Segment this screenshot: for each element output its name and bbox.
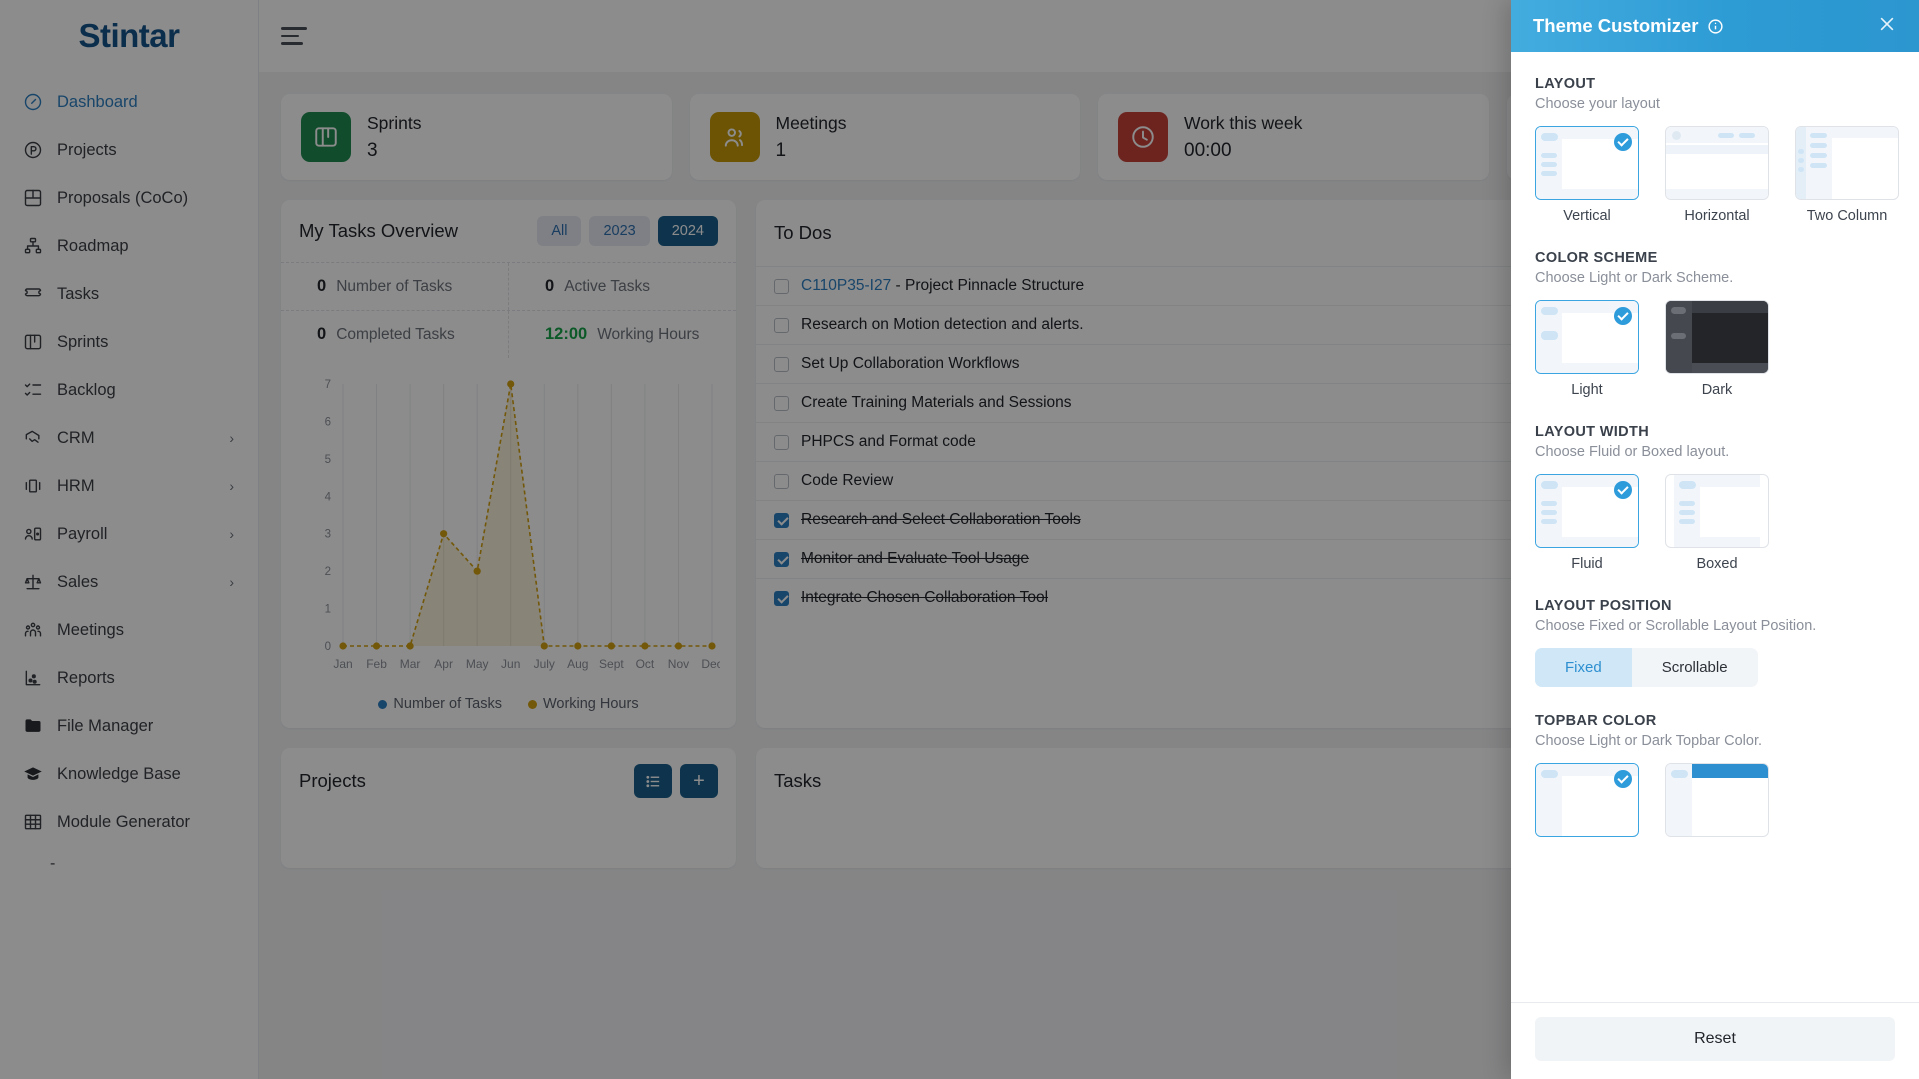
thumbnail-topbar-dark[interactable] bbox=[1665, 763, 1769, 837]
option-row bbox=[1535, 763, 1895, 837]
thumbnail-dark[interactable] bbox=[1665, 300, 1769, 374]
thumbnail-light[interactable] bbox=[1535, 300, 1639, 374]
option-label: Boxed bbox=[1696, 556, 1738, 572]
close-icon[interactable] bbox=[1877, 14, 1897, 39]
toggle-scrollable[interactable]: Scrollable bbox=[1632, 648, 1758, 687]
thumbnail-two-column[interactable] bbox=[1795, 126, 1899, 200]
layout-position-toggle: Fixed Scrollable bbox=[1535, 648, 1758, 687]
section-subtitle: Choose Light or Dark Scheme. bbox=[1535, 270, 1734, 286]
section-heading: COLOR SCHEME bbox=[1535, 250, 1658, 266]
customizer-footer: Reset bbox=[1511, 1002, 1919, 1079]
selected-check-icon bbox=[1614, 481, 1632, 499]
option-label: Two Column bbox=[1806, 208, 1888, 224]
selected-check-icon bbox=[1614, 307, 1632, 325]
option-label: Horizontal bbox=[1684, 208, 1750, 224]
option-label: Light bbox=[1571, 382, 1603, 398]
selected-check-icon bbox=[1614, 770, 1632, 788]
customizer-header: Theme Customizer bbox=[1511, 0, 1919, 52]
option-row: Fluid Boxed bbox=[1535, 474, 1895, 572]
option-vertical[interactable]: Vertical bbox=[1535, 126, 1639, 224]
section-subtitle: Choose Fluid or Boxed layout. bbox=[1535, 444, 1730, 460]
section-subtitle: Choose Light or Dark Topbar Color. bbox=[1535, 733, 1763, 749]
thumbnail-boxed[interactable] bbox=[1665, 474, 1769, 548]
option-two-column[interactable]: Two Column bbox=[1795, 126, 1899, 224]
customizer-section-layout-position: LAYOUT POSITION Choose Fixed or Scrollabl… bbox=[1535, 598, 1895, 687]
option-light[interactable]: Light bbox=[1535, 300, 1639, 398]
option-row: Vertical Horizontal Two Column bbox=[1535, 126, 1899, 224]
thumbnail-topbar-light[interactable] bbox=[1535, 763, 1639, 837]
option-dark[interactable]: Dark bbox=[1665, 300, 1769, 398]
thumbnail-horizontal[interactable] bbox=[1665, 126, 1769, 200]
customizer-section-topbar-color: TOPBAR COLOR Choose Light or Dark Topbar … bbox=[1535, 713, 1895, 837]
option-label: Vertical bbox=[1563, 208, 1611, 224]
option-topbar-dark[interactable] bbox=[1665, 763, 1769, 837]
section-heading: LAYOUT bbox=[1535, 76, 1596, 92]
option-horizontal[interactable]: Horizontal bbox=[1665, 126, 1769, 224]
selected-check-icon bbox=[1614, 133, 1632, 151]
section-heading: LAYOUT POSITION bbox=[1535, 598, 1672, 614]
app-root: Stintar Dashboard Projects Proposals (CoCo… bbox=[0, 0, 1919, 1079]
customizer-title: Theme Customizer bbox=[1533, 15, 1699, 36]
option-label: Dark bbox=[1701, 382, 1733, 398]
option-row: Light Dark bbox=[1535, 300, 1895, 398]
toggle-fixed[interactable]: Fixed bbox=[1535, 648, 1632, 687]
thumbnail-vertical[interactable] bbox=[1535, 126, 1639, 200]
customizer-section-layout: LAYOUT Choose your layout Vertical Horizont… bbox=[1535, 76, 1899, 224]
option-label: Fluid bbox=[1571, 556, 1603, 572]
section-subtitle: Choose Fixed or Scrollable Layout Positi… bbox=[1535, 618, 1817, 634]
section-heading: LAYOUT WIDTH bbox=[1535, 424, 1650, 440]
customizer-section-color-scheme: COLOR SCHEME Choose Light or Dark Scheme.… bbox=[1535, 250, 1895, 398]
customizer-section-layout-width: LAYOUT WIDTH Choose Fluid or Boxed layout… bbox=[1535, 424, 1895, 572]
info-icon[interactable] bbox=[1707, 18, 1724, 35]
section-heading: TOPBAR COLOR bbox=[1535, 713, 1657, 729]
reset-button[interactable]: Reset bbox=[1535, 1017, 1895, 1061]
option-fluid[interactable]: Fluid bbox=[1535, 474, 1639, 572]
thumbnail-fluid[interactable] bbox=[1535, 474, 1639, 548]
customizer-body: LAYOUT Choose your layout Vertical Horizont… bbox=[1511, 52, 1919, 1002]
section-subtitle: Choose your layout bbox=[1535, 96, 1660, 112]
theme-customizer-panel: Theme Customizer LAYOUT Choose your layou… bbox=[1511, 0, 1919, 1079]
option-boxed[interactable]: Boxed bbox=[1665, 474, 1769, 572]
option-topbar-light[interactable] bbox=[1535, 763, 1639, 837]
